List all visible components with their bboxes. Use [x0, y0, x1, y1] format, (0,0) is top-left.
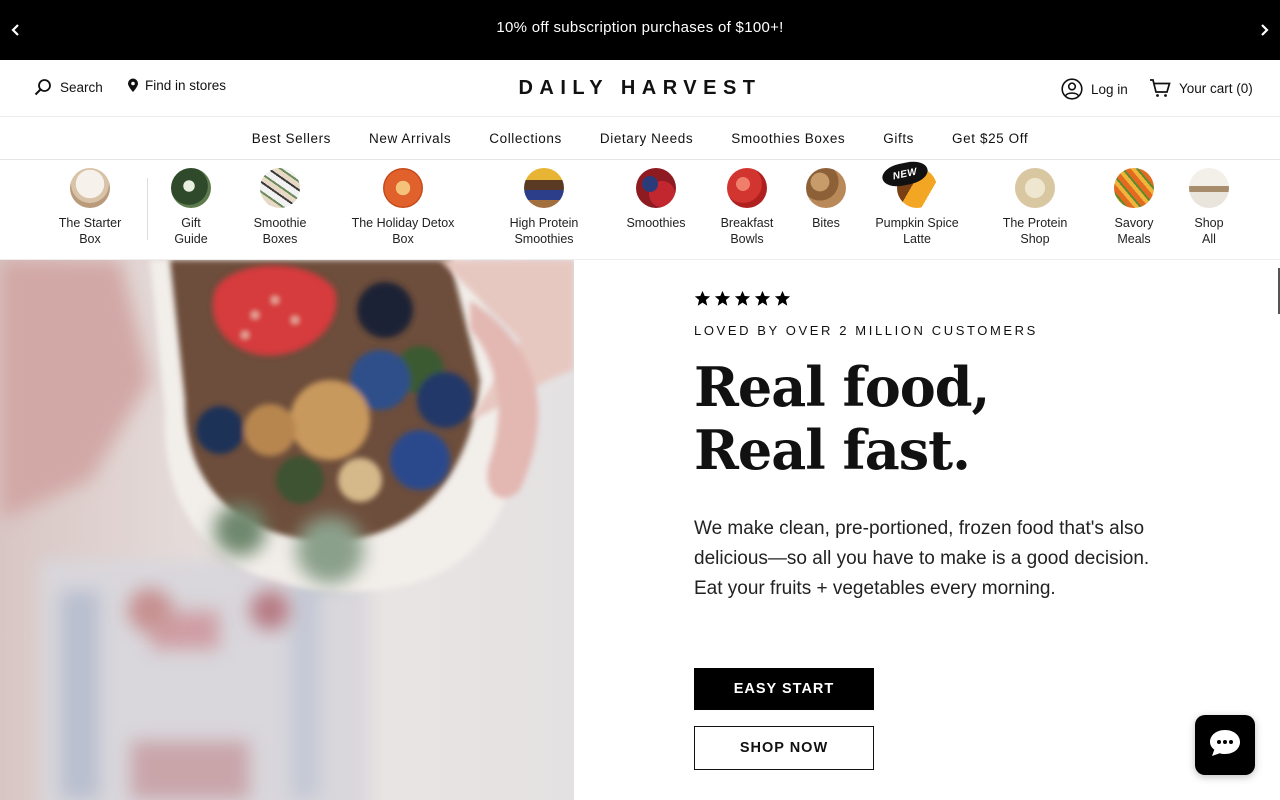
cart-label: Your cart (0): [1179, 80, 1253, 96]
category-label: Savory: [1114, 216, 1154, 230]
category-thumbnail: [1114, 168, 1154, 208]
star-icon: [694, 290, 711, 306]
category-thumbnail: [1015, 168, 1055, 208]
category-thumbnail: [524, 168, 564, 208]
category-label: Box: [79, 232, 101, 246]
nav-item-collections[interactable]: Collections: [489, 131, 562, 146]
category-thumbnail: [727, 168, 767, 208]
category-thumbnail: [806, 168, 846, 208]
category-thumbnail: [636, 168, 676, 208]
nav-item-best-sellers[interactable]: Best Sellers: [252, 131, 331, 146]
category-holiday-detox-box[interactable]: The Holiday Detox Box: [343, 168, 463, 247]
star-icon: [734, 290, 751, 306]
site-header: Search Find in stores DAILY HARVEST Log …: [0, 60, 1280, 117]
category-label: Meals: [1117, 232, 1151, 246]
category-label: Bowls: [730, 232, 764, 246]
category-label: Smoothies: [514, 232, 574, 246]
nav-item-get-25-off[interactable]: Get $25 Off: [952, 131, 1028, 146]
category-label: Guide: [174, 232, 208, 246]
category-label: Bites: [812, 216, 840, 230]
hero-image: [0, 260, 574, 800]
shop-now-button[interactable]: SHOP NOW: [694, 726, 874, 770]
category-label: The Protein: [1002, 216, 1068, 230]
login-label: Log in: [1091, 81, 1128, 97]
nav-item-gifts[interactable]: Gifts: [883, 131, 914, 146]
login-link[interactable]: Log in: [1061, 78, 1128, 100]
category-shop-all[interactable]: Shop All: [1149, 168, 1269, 247]
category-high-protein-smoothies[interactable]: High Protein Smoothies: [484, 168, 604, 247]
user-icon: [1061, 78, 1083, 100]
category-strip: The Starter Box Gift Guide Smoothie Boxes T…: [0, 160, 1280, 260]
category-smoothie-boxes[interactable]: Smoothie Boxes: [220, 168, 340, 247]
category-thumbnail: [260, 168, 300, 208]
hero-body: We make clean, pre-portioned, frozen foo…: [694, 518, 1150, 599]
category-thumbnail: [383, 168, 423, 208]
hero-eyebrow: LOVED BY OVER 2 MILLION CUSTOMERS: [694, 323, 1038, 338]
category-label: Pumpkin Spice: [875, 216, 959, 230]
category-label: Latte: [903, 232, 931, 246]
category-thumbnail: [1189, 168, 1229, 208]
category-label: Boxes: [262, 232, 298, 246]
category-label: Smoothie: [253, 216, 307, 230]
category-label: Gift: [181, 216, 201, 230]
easy-start-button[interactable]: EASY START: [694, 668, 874, 710]
rating-stars: [694, 290, 791, 307]
chevron-right-icon[interactable]: [1254, 20, 1274, 40]
announcement-message: 10% off subscription purchases of $100+!: [496, 19, 784, 36]
hero-headline: Real food, Real fast.: [694, 355, 990, 482]
category-label: The Starter: [58, 216, 122, 230]
category-label: All: [1202, 232, 1216, 246]
nav-item-dietary-needs[interactable]: Dietary Needs: [600, 131, 693, 146]
announcement-bar: 10% off subscription purchases of $100+!: [0, 0, 1280, 60]
category-label: Shop: [1194, 216, 1224, 230]
category-label: High Protein: [509, 216, 579, 230]
cart-icon: [1149, 78, 1171, 98]
nav-item-new-arrivals[interactable]: New Arrivals: [369, 131, 451, 146]
chat-button[interactable]: [1195, 715, 1255, 775]
main-nav: Best Sellers New Arrivals Collections Di…: [0, 117, 1280, 160]
category-label: Box: [392, 232, 414, 246]
nav-item-smoothies-boxes[interactable]: Smoothies Boxes: [731, 131, 845, 146]
category-label: The Holiday Detox: [351, 216, 455, 230]
cart-link[interactable]: Your cart (0): [1149, 78, 1253, 98]
star-icon: [754, 290, 771, 306]
star-icon: [774, 290, 791, 306]
chat-bubble-icon: [1208, 728, 1242, 763]
category-thumbnail: [70, 168, 110, 208]
star-icon: [714, 290, 731, 306]
category-thumbnail: [171, 168, 211, 208]
category-label: Shop: [1020, 232, 1050, 246]
category-label: Smoothies: [626, 216, 686, 230]
